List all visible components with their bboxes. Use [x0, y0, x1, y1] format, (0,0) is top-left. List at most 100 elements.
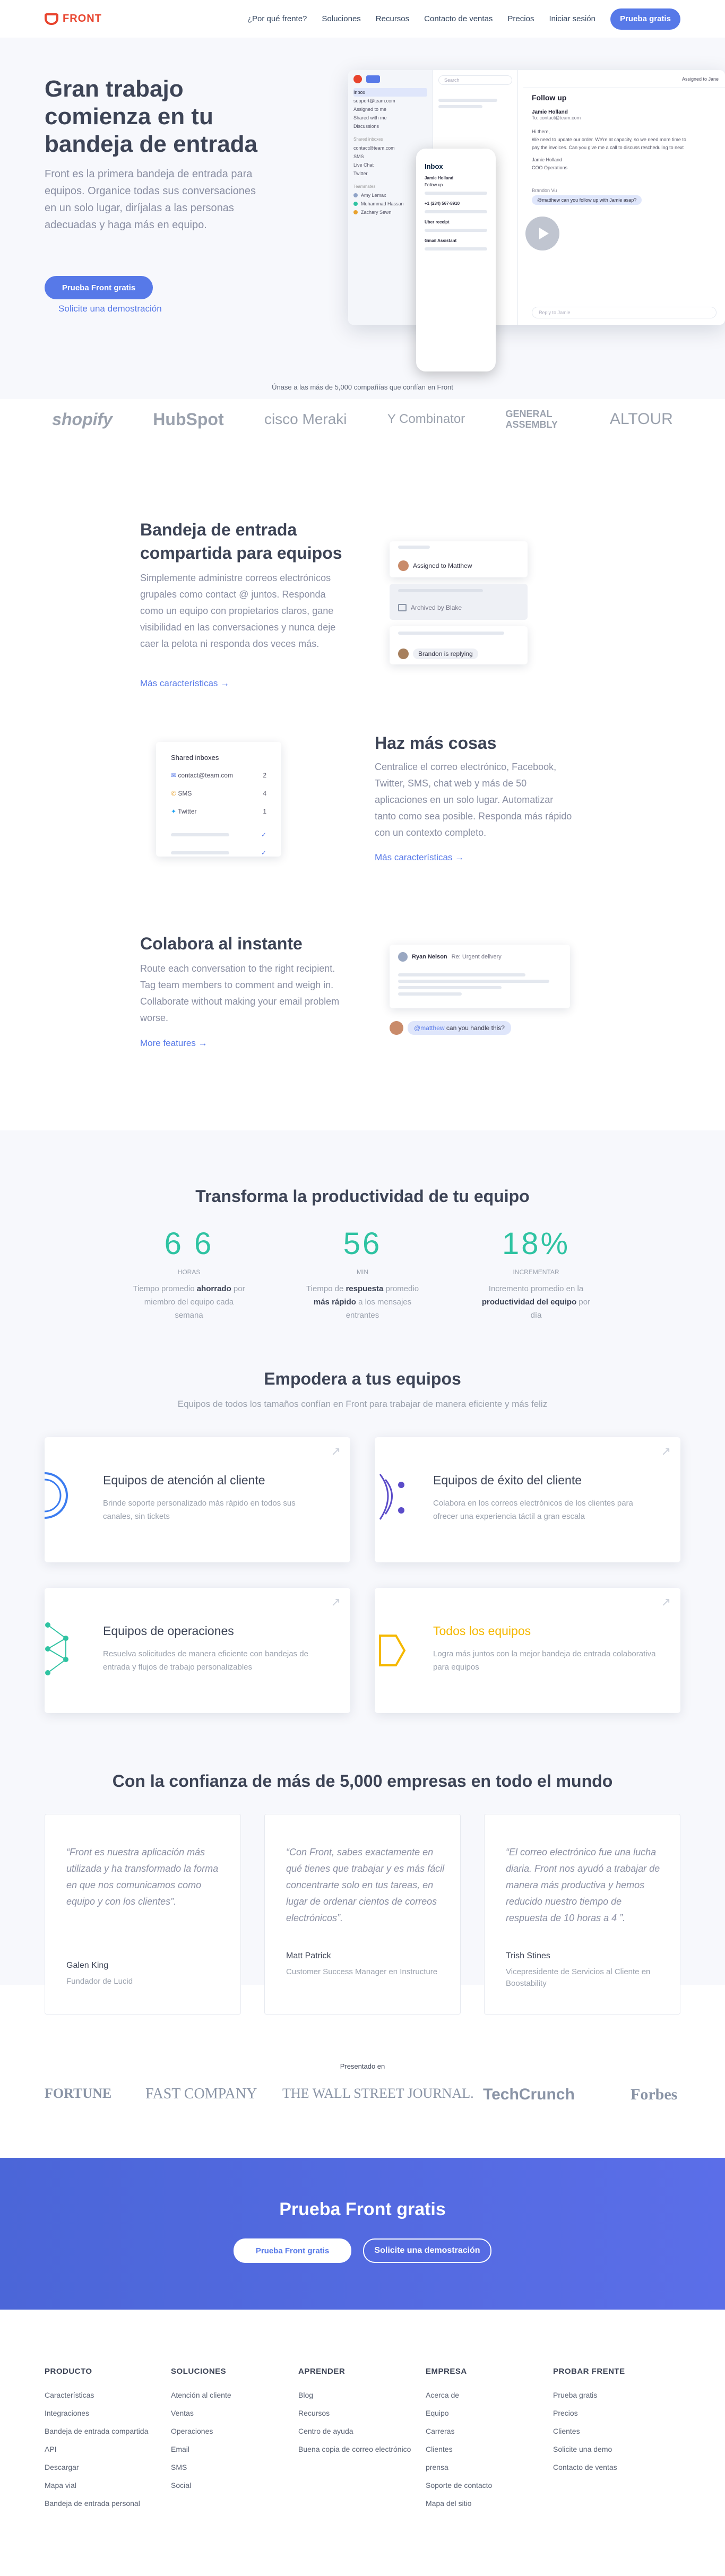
footer-link[interactable]: API	[45, 2445, 172, 2463]
sidebar-item: support@team.com	[353, 98, 395, 103]
footer-column-try: PROBAR FRENTE Prueba gratis Precios Clie…	[553, 2367, 680, 2481]
team-card-body: Colabora en los correos electrónicos de …	[433, 1499, 633, 1521]
footer-link[interactable]: Atención al cliente	[171, 2391, 298, 2409]
nav-contact-sales[interactable]: Contacto de ventas	[424, 14, 493, 23]
archived-card: Archived by Blake	[390, 584, 528, 620]
team-card-success[interactable]: ↗ Equipos de éxito del cliente Colabora …	[375, 1437, 680, 1562]
footer-heading: APRENDER	[298, 2367, 346, 2376]
archived-label: Archived by Blake	[411, 604, 462, 611]
hero-section: Gran trabajo comienza en tu bandeja de e…	[0, 38, 725, 399]
trust-caption: Únase a las más de 5,000 compañías que c…	[272, 383, 453, 391]
twitter-icon: ✦	[171, 808, 178, 815]
cta-try-button[interactable]: Prueba Front gratis	[234, 2238, 351, 2263]
app-message-pane: Assigned to Jane Follow up Jamie Holland…	[523, 70, 725, 325]
empower-title: Empodera a tus equipos	[264, 1369, 461, 1388]
ycombinator-logo: Y Combinator	[387, 412, 465, 426]
testimonial-quote: “Front es nuestra aplicación más utiliza…	[66, 1847, 219, 1907]
testimonial-card: “Con Front, sabes exactamente en qué tie…	[264, 1814, 461, 2015]
phone-item: +1 (234) 567-8910	[425, 201, 460, 206]
footer-link[interactable]: Buena copia de correo electrónico	[298, 2445, 426, 2463]
altour-logo: ALTOUR	[609, 410, 673, 428]
general-assembly-logo: GENERAL ASSEMBLY	[505, 409, 558, 430]
footer-link[interactable]: Social	[171, 2481, 298, 2499]
footer-link[interactable]: Integraciones	[45, 2409, 172, 2427]
team-card-support[interactable]: ↗ Equipos de atención al cliente Brinde …	[45, 1437, 350, 1562]
cta-demo-button[interactable]: Solicite una demostración	[363, 2238, 491, 2263]
nav-solutions[interactable]: Soluciones	[322, 14, 360, 23]
hexagon-icon	[379, 1635, 406, 1666]
mail-line: Jamie Holland	[532, 157, 563, 162]
footer-link[interactable]: Características	[45, 2391, 172, 2409]
footer-link[interactable]: Prueba gratis	[553, 2391, 680, 2409]
comment-author: Brandon Vu	[532, 188, 557, 193]
footer-link[interactable]: Mapa vial	[45, 2481, 172, 2499]
footer-link[interactable]: Recursos	[298, 2409, 426, 2427]
testimonial-name: Matt Patrick	[286, 1951, 331, 1960]
footer-link[interactable]: Mapa del sitio	[426, 2499, 553, 2517]
assigned-label: Assigned to Matthew	[413, 562, 472, 569]
footer-link[interactable]: Acerca de	[426, 2391, 553, 2409]
conversation-card: Ryan Nelson Re: Urgent delivery	[390, 945, 570, 1008]
footer-link[interactable]: Carreras	[426, 2427, 553, 2445]
footer-column-company: EMPRESA Acerca de Equipo Carreras Client…	[426, 2367, 553, 2517]
stat-unit: INCREMENTAR	[513, 1268, 559, 1276]
mail-line: Hi there,	[532, 129, 550, 134]
testimonial-quote: “Con Front, sabes exactamente en qué tie…	[286, 1847, 445, 1923]
comment-bubble: @matthew can you follow up with Jamie as…	[532, 195, 642, 205]
cta-band: Prueba Front gratis Prueba Front gratis …	[0, 2158, 725, 2310]
footer-link[interactable]: Clientes	[553, 2427, 680, 2445]
sidebar-item: Shared with me	[353, 115, 387, 120]
hero-try-button[interactable]: Prueba Front gratis	[45, 276, 153, 299]
techcrunch-logo: TechCrunch	[483, 2086, 575, 2103]
footer-link[interactable]: SMS	[171, 2463, 298, 2481]
fast-company-logo: FAST COMPANY	[145, 2086, 257, 2102]
hero-demo-link[interactable]: Solicite una demostración	[58, 304, 162, 314]
nav-login[interactable]: Iniciar sesión	[549, 14, 595, 23]
footer-link[interactable]: Centro de ayuda	[298, 2427, 426, 2445]
feature-link[interactable]: More features →	[140, 1038, 208, 1049]
operations-graphic-icon	[45, 1622, 68, 1675]
feature-link[interactable]: Más características →	[375, 852, 464, 863]
forbes-logo: Forbes	[631, 2086, 678, 2103]
nav-resources[interactable]: Recursos	[376, 14, 409, 23]
footer-link[interactable]: Ventas	[171, 2409, 298, 2427]
testimonial-card: “Front es nuestra aplicación más utiliza…	[45, 1814, 241, 2015]
footer-link[interactable]: Contacto de ventas	[553, 2463, 680, 2481]
sidebar-heading: Shared inboxes	[353, 137, 383, 142]
footer-link[interactable]: Clientes	[426, 2445, 553, 2463]
feature-link[interactable]: Más características →	[140, 678, 229, 689]
footer-link[interactable]: Bandeja de entrada compartida	[45, 2427, 172, 2445]
nav-why-front[interactable]: ¿Por qué frente?	[247, 14, 307, 23]
app-screenshot: Inbox support@team.com Assigned to me Sh…	[348, 70, 725, 325]
testimonial-role: Customer Success Manager en Instructure	[286, 1967, 438, 1976]
stat-unit: Horas	[177, 1268, 201, 1276]
sidebar-item: contact@team.com	[353, 145, 395, 151]
footer-link[interactable]: Operaciones	[171, 2427, 298, 2445]
assigned-card: Assigned to Matthew	[390, 541, 528, 577]
productivity-title: Transforma la productividad de tu equipo	[195, 1187, 530, 1206]
footer-column-product: PRODUCTO Características Integraciones B…	[45, 2367, 172, 2517]
front-logo[interactable]: FRONT	[45, 13, 102, 25]
footer-link[interactable]: Soporte de contacto	[426, 2481, 553, 2499]
footer-link[interactable]: Email	[171, 2445, 298, 2463]
check-icon: ✓	[261, 831, 266, 839]
team-card-title: Equipos de operaciones	[103, 1624, 234, 1638]
compose-button	[366, 75, 380, 83]
team-card-all[interactable]: ↗ Todos los equipos Logra más juntos con…	[375, 1588, 680, 1713]
play-video-button[interactable]	[525, 217, 559, 250]
email-icon: ✉	[171, 772, 178, 779]
team-card-operations[interactable]: ↗ Equipos de operaciones Resuelva solici…	[45, 1588, 350, 1713]
footer-link[interactable]: Precios	[553, 2409, 680, 2427]
inbox-name: contact@team.com	[178, 772, 233, 779]
footer-link[interactable]: Descargar	[45, 2463, 172, 2481]
footer-link[interactable]: Solicite una demo	[553, 2445, 680, 2463]
testimonial-card: “El correo electrónico fue una lucha dia…	[484, 1814, 680, 2015]
footer-link[interactable]: prensa	[426, 2463, 553, 2481]
footer-link[interactable]: Blog	[298, 2391, 426, 2409]
footer-link[interactable]: Equipo	[426, 2409, 553, 2427]
footer-link[interactable]: Bandeja de entrada personal	[45, 2499, 172, 2517]
inbox-name: Twitter	[178, 808, 197, 815]
try-free-button[interactable]: Prueba gratis	[610, 8, 680, 30]
nav-pricing[interactable]: Precios	[507, 14, 534, 23]
phone-title: Inbox	[425, 162, 443, 170]
